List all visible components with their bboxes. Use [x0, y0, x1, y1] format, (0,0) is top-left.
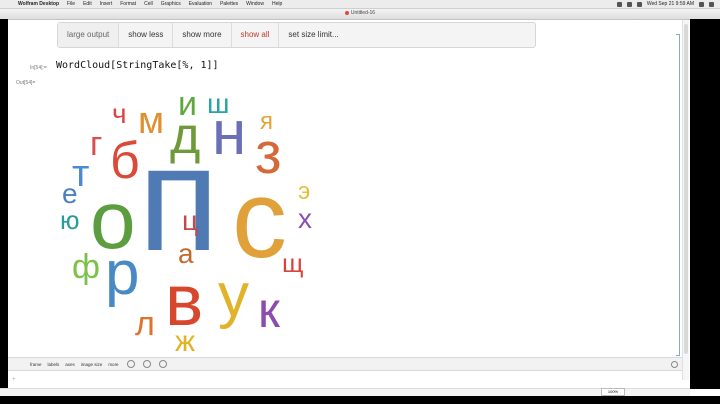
menu-bar: Wolfram Desktop File Edit Insert Format … — [0, 0, 720, 9]
image-size-button[interactable]: image size — [81, 362, 103, 367]
left-black-margin — [0, 19, 8, 389]
word-b: б — [110, 132, 140, 190]
scrollbar-thumb[interactable] — [684, 24, 688, 354]
word-f: ф — [72, 248, 100, 286]
menu-app-name[interactable]: Wolfram Desktop — [18, 1, 59, 7]
window-titlebar: Untitled-16 — [0, 9, 720, 20]
right-black-margin — [690, 19, 720, 389]
word-i: и — [178, 85, 197, 123]
word-m: м — [138, 100, 165, 142]
output-label: Out[54]= — [16, 80, 36, 86]
volume-icon[interactable] — [626, 1, 632, 7]
menu-palettes[interactable]: Palettes — [220, 1, 238, 7]
input-code[interactable]: WordCloud[StringTake[%, 1]] — [56, 60, 219, 71]
word-l: л — [135, 305, 155, 343]
frame-button[interactable]: frame — [30, 362, 42, 367]
menu-graphics[interactable]: Graphics — [161, 1, 181, 7]
menu-insert[interactable]: Insert — [100, 1, 113, 7]
status-icons: Wed Sep 21 9:59 AM — [616, 0, 714, 8]
menu-format[interactable]: Format — [120, 1, 136, 7]
word-kh: х — [298, 203, 312, 234]
word-a: а — [178, 238, 194, 269]
word-ch: ч — [112, 98, 127, 129]
large-output-label: large output — [58, 23, 120, 47]
list-icon[interactable] — [709, 1, 714, 7]
axes-button[interactable]: axes — [65, 362, 75, 367]
word-shch: щ — [282, 248, 304, 278]
word-cloud[interactable]: п с о в д н и б з м р у к т г ч ш я е ю … — [50, 85, 340, 360]
document-icon — [344, 10, 349, 15]
input-label: In[54]:= — [30, 65, 47, 71]
word-r: р — [105, 239, 140, 308]
menu-file[interactable]: File — [67, 1, 75, 7]
bottom-black-margin — [0, 396, 720, 404]
more-button[interactable]: more — [108, 362, 118, 367]
settings-icon[interactable] — [671, 361, 678, 368]
word-eh: э — [298, 178, 311, 205]
cell-bracket[interactable] — [676, 34, 680, 356]
menu-cell[interactable]: Cell — [144, 1, 153, 7]
word-e: е — [62, 178, 78, 209]
menu-window[interactable]: Window — [246, 1, 264, 7]
menu-evaluation[interactable]: Evaluation — [189, 1, 212, 7]
labels-button[interactable]: labels — [48, 362, 60, 367]
window-title: Untitled-16 — [350, 10, 376, 16]
show-all-button[interactable]: show all — [232, 23, 280, 47]
search-icon[interactable] — [699, 1, 704, 7]
show-less-button[interactable]: show less — [119, 23, 174, 47]
menu-help[interactable]: Help — [272, 1, 282, 7]
suggestion-bar: large output show less show more show al… — [57, 22, 536, 48]
menu-edit[interactable]: Edit — [83, 1, 92, 7]
suggestions-toolbar: frame labels axes image size more — [8, 357, 682, 371]
gear-icon[interactable] — [142, 360, 151, 368]
word-k: к — [258, 282, 280, 338]
app-window: Wolfram Desktop File Edit Insert Format … — [0, 0, 720, 404]
zoom-level[interactable]: 100% — [601, 388, 625, 396]
word-zh: ж — [175, 325, 196, 358]
menu-clock[interactable]: Wed Sep 21 9:59 AM — [647, 1, 694, 7]
word-u: у — [218, 261, 249, 330]
word-ts: ц — [182, 205, 199, 236]
insertion-cursor-icon[interactable]: + — [12, 377, 16, 383]
battery-icon[interactable] — [636, 1, 642, 7]
word-yu: ю — [60, 205, 80, 235]
wifi-icon[interactable] — [616, 1, 622, 7]
show-more-button[interactable]: show more — [173, 23, 232, 47]
word-sh: ш — [207, 88, 230, 119]
word-ya: я — [260, 108, 273, 135]
zoom-icon[interactable] — [126, 360, 135, 368]
image-icon[interactable] — [158, 360, 167, 368]
set-size-limit-button[interactable]: set size limit... — [279, 23, 347, 47]
vertical-scrollbar[interactable] — [682, 20, 689, 380]
word-g: г — [90, 125, 103, 163]
